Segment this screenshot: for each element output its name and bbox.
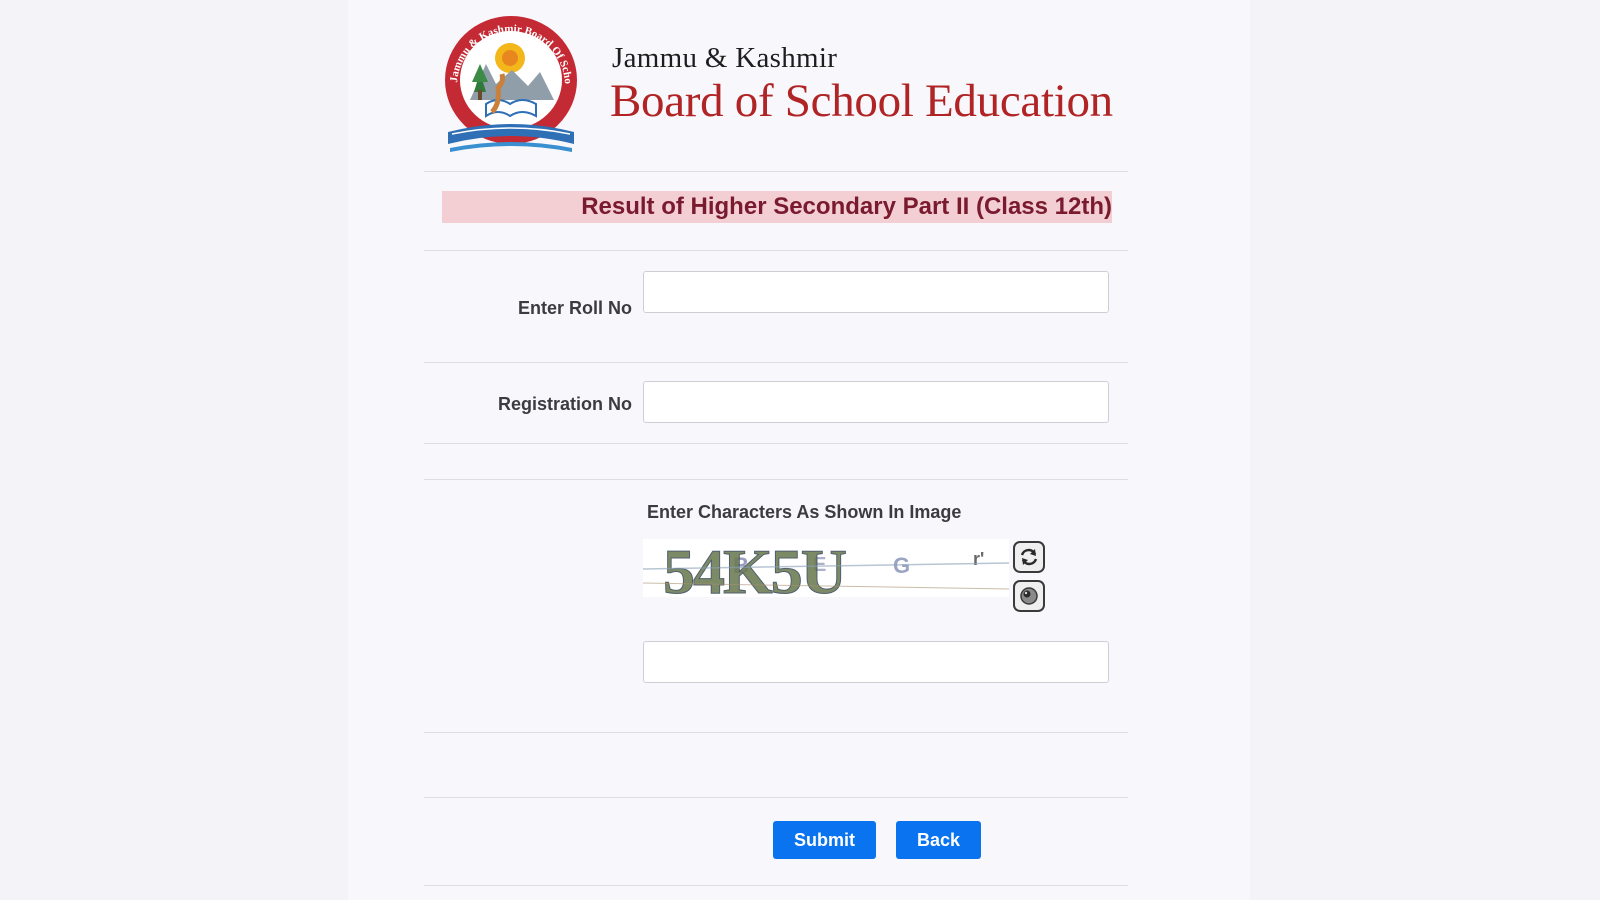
content-column: Jammu & Kashmir Board Of School Educatio… [424,0,1128,900]
divider [424,171,1128,172]
refresh-icon [1020,548,1038,566]
submit-button[interactable]: Submit [773,821,876,859]
divider [424,885,1128,886]
captcha-image: B E G r' 54K5U [643,539,1009,597]
board-logo: Jammu & Kashmir Board Of School Educatio… [440,12,577,152]
back-button[interactable]: Back [896,821,981,859]
roll-no-input[interactable] [643,271,1109,313]
registration-no-input[interactable] [643,381,1109,423]
header: Jammu & Kashmir Board Of School Educatio… [424,0,1128,172]
title-bar: Result of Higher Secondary Part II (Clas… [442,191,1112,223]
divider [424,362,1128,363]
svg-text:r': r' [973,549,984,569]
divider [424,250,1128,251]
divider [424,732,1128,733]
captcha-audio-button[interactable] [1013,580,1045,612]
registration-no-label: Registration No [497,394,632,414]
divider [424,443,1128,444]
captcha-input[interactable] [643,641,1109,683]
captcha-refresh-button[interactable] [1013,541,1045,573]
brand-title: Board of School Education [610,75,1113,127]
captcha-label: Enter Characters As Shown In Image [647,502,962,522]
page-title: Result of Higher Secondary Part II (Clas… [581,193,1112,220]
divider [424,479,1128,480]
audio-icon [1020,587,1038,605]
divider [424,797,1128,798]
page-container: Jammu & Kashmir Board Of School Educatio… [348,0,1250,900]
roll-no-label: Enter Roll No [517,298,632,318]
brand-line1: Jammu & Kashmir [612,42,838,74]
